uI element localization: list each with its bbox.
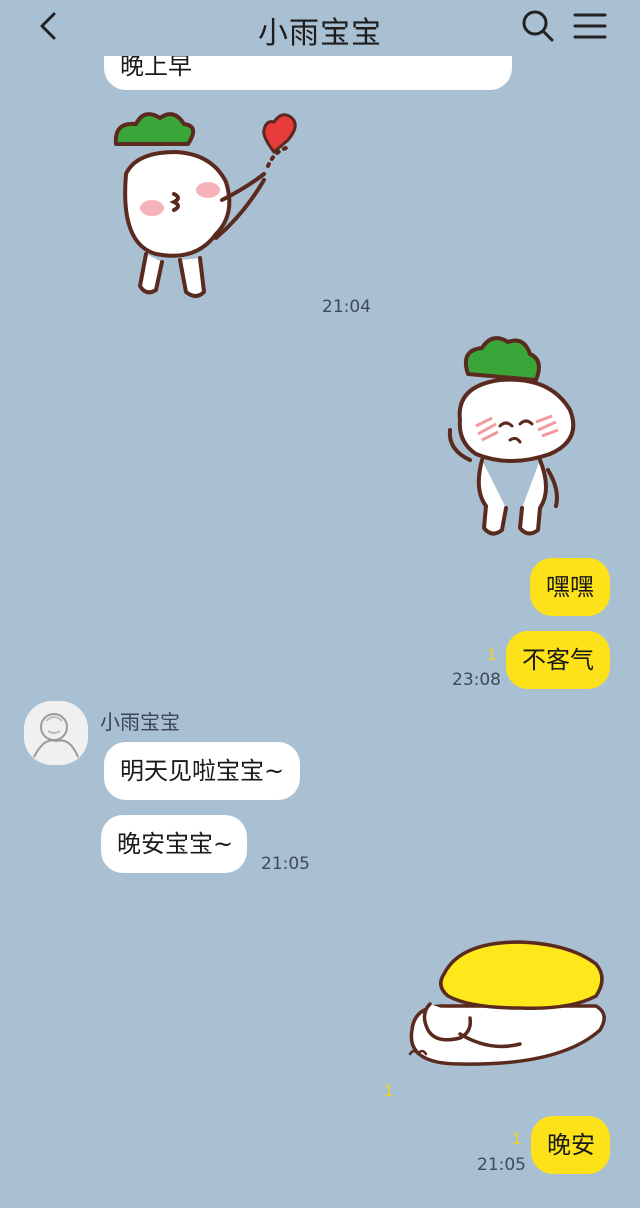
message-text: 明天见啦宝宝~ <box>120 757 285 785</box>
unread-count: 1 <box>487 646 497 664</box>
chat-header: 小雨宝宝 <box>0 0 640 56</box>
message-time: 21:05 <box>477 1155 526 1175</box>
contact-avatar[interactable] <box>24 701 88 765</box>
message-text: 嘿嘿 <box>546 573 594 601</box>
message-text: 晚安宝宝~ <box>117 830 234 858</box>
message-time: 23:08 <box>452 670 501 690</box>
radish-shy-sticker[interactable] <box>440 330 590 550</box>
radish-kiss-sticker[interactable] <box>96 104 316 319</box>
message-time: 21:05 <box>261 854 310 874</box>
my-message-bubble[interactable]: 嘿嘿 <box>530 558 610 616</box>
search-icon[interactable] <box>518 6 558 46</box>
their-message-bubble[interactable]: 晚安宝宝~ <box>101 815 247 873</box>
message-text: 晚上早 <box>120 52 192 80</box>
sleeping-blanket-sticker[interactable] <box>400 934 615 1074</box>
message-text: 不客气 <box>522 646 594 674</box>
my-message-bubble[interactable]: 晚安 <box>531 1116 610 1174</box>
avatar-image <box>24 701 88 765</box>
message-text: 晚安 <box>547 1131 595 1159</box>
unread-count: 1 <box>384 1082 394 1100</box>
unread-count: 1 <box>512 1130 522 1148</box>
their-message-bubble[interactable]: 明天见啦宝宝~ <box>104 742 300 800</box>
message-time: 21:04 <box>322 297 371 317</box>
my-message-bubble[interactable]: 不客气 <box>506 631 610 689</box>
sender-name: 小雨宝宝 <box>100 710 180 734</box>
hamburger-menu-icon[interactable] <box>570 6 610 46</box>
